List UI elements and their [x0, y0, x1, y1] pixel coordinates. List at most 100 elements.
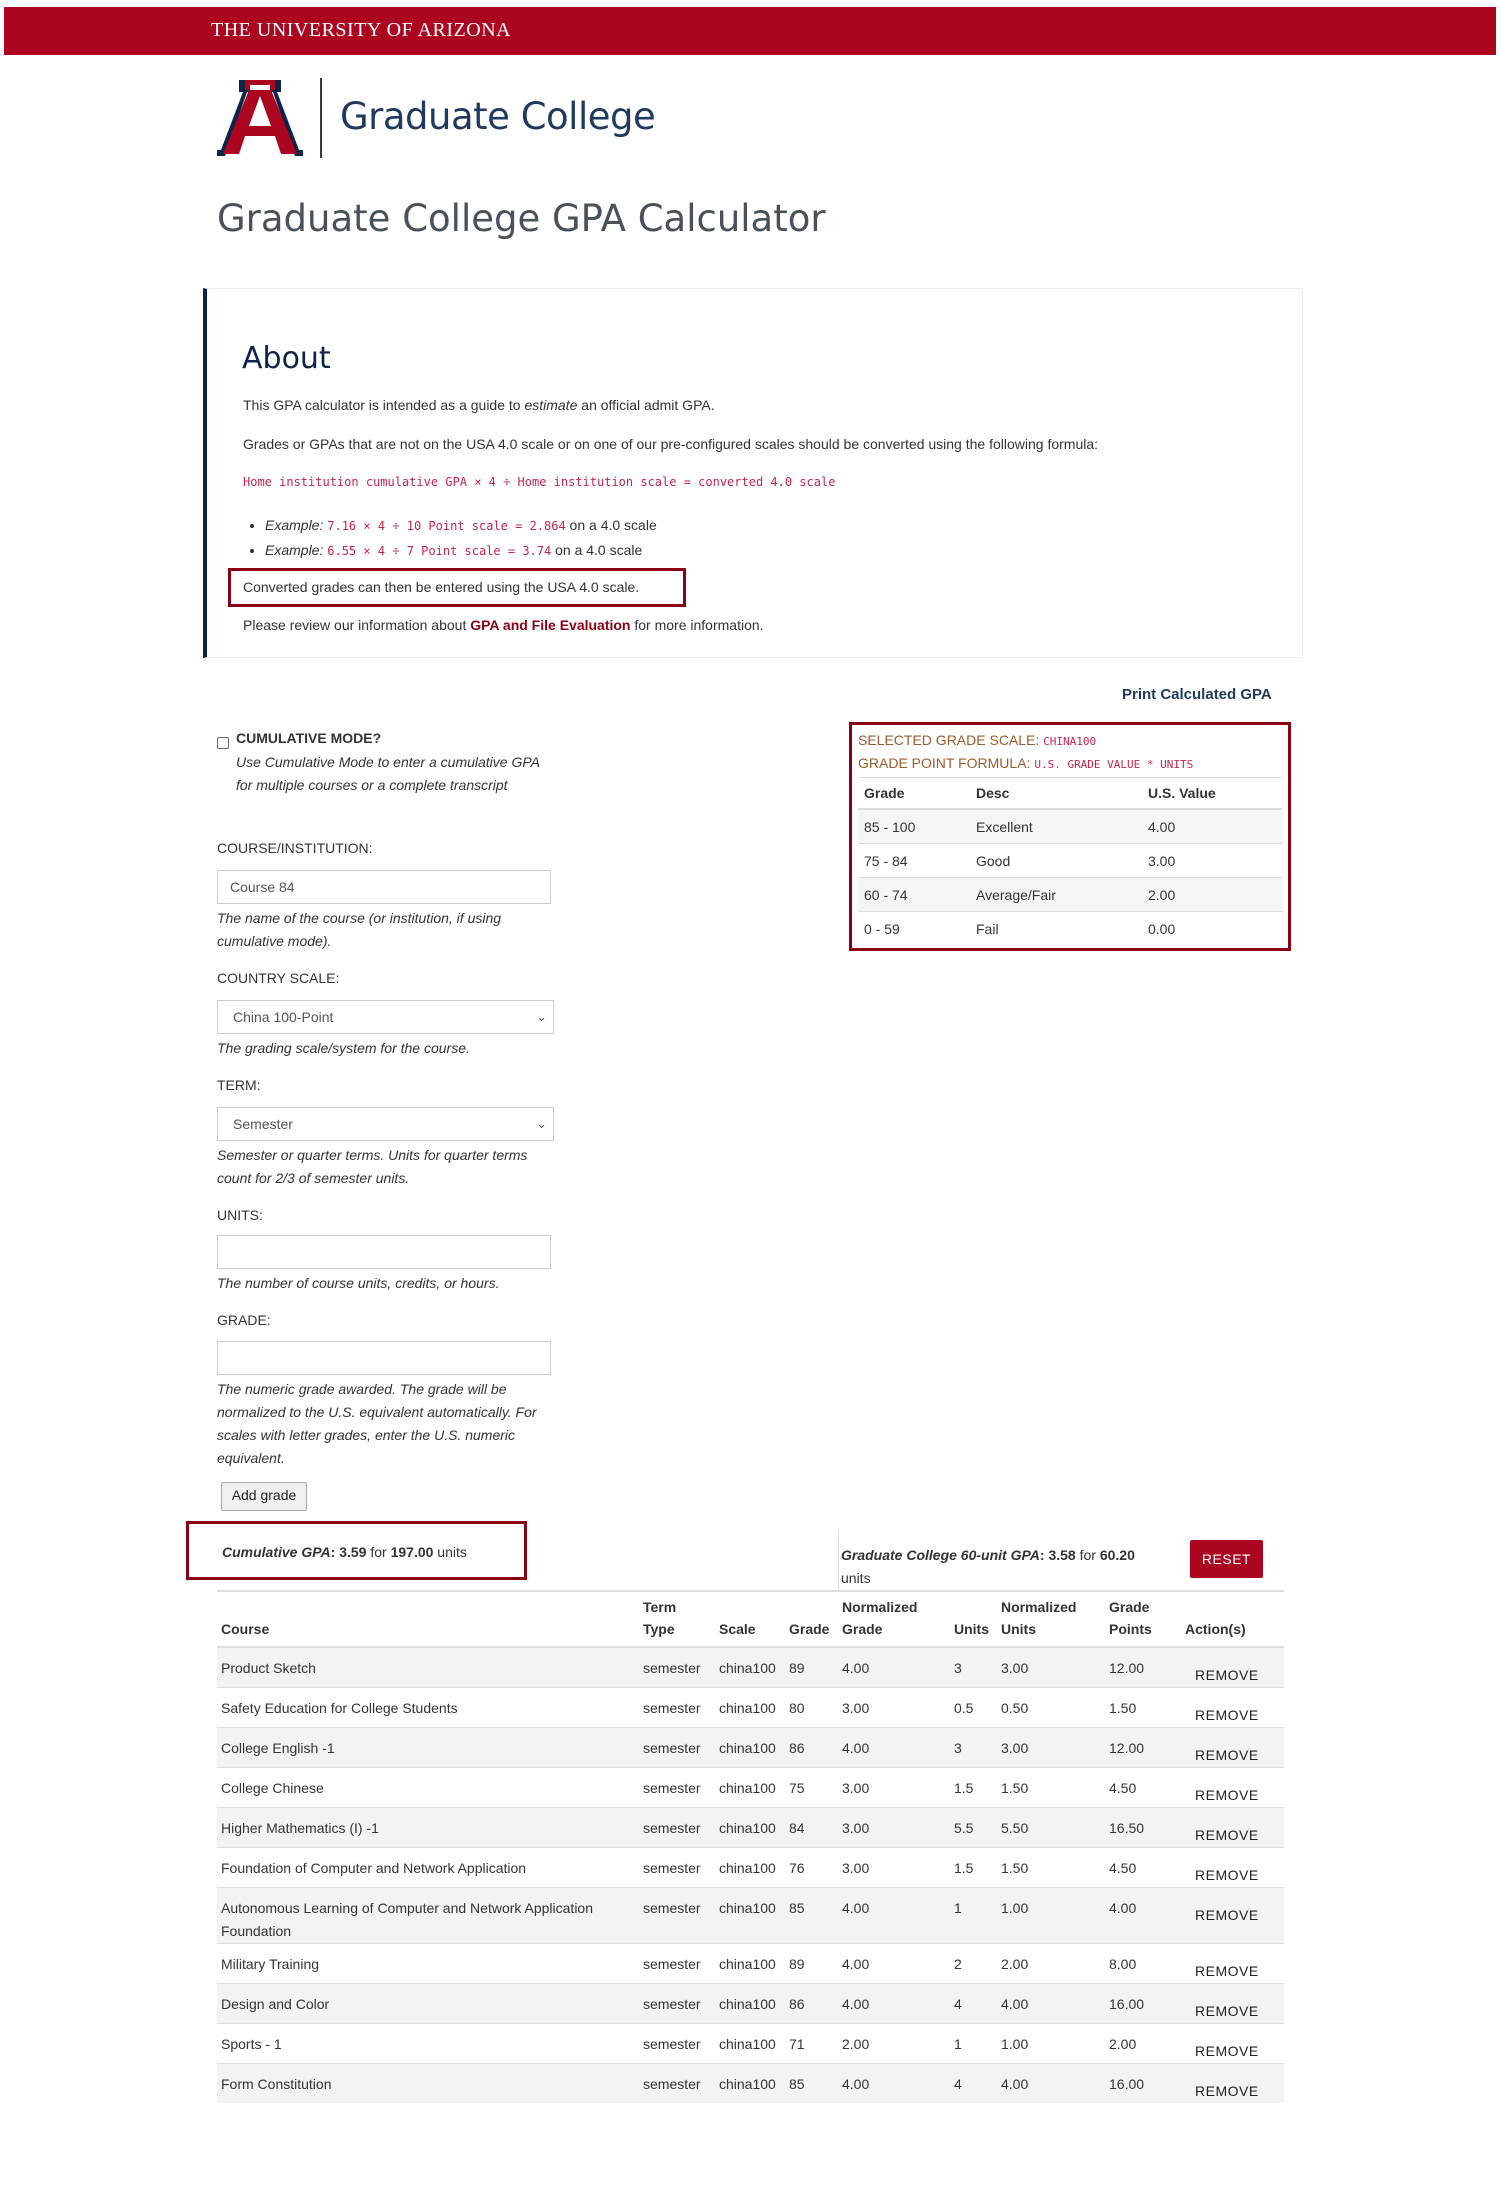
remove-button[interactable]: REMOVE [1185, 1744, 1269, 1767]
header-grade: Grade [785, 1590, 838, 1648]
term-help: Semester or quarter terms. Units for qua… [217, 1147, 528, 1186]
scale-cell: china100 [715, 1807, 785, 1848]
converted-note-highlight [228, 568, 686, 607]
term-type-cell: semester [639, 1767, 715, 1808]
normalized-units-cell: 0.50 [997, 1687, 1105, 1728]
country-scale-select[interactable]: China 100-Point ⌄ [217, 1000, 554, 1034]
term-select[interactable]: Semester ⌄ [217, 1107, 554, 1141]
term-type-cell: semester [639, 1646, 715, 1688]
add-grade-button[interactable]: Add grade [221, 1482, 307, 1511]
units-cell: 3 [950, 1727, 997, 1768]
actions-cell: REMOVE [1181, 1727, 1284, 1768]
college-name[interactable]: Graduate College [340, 95, 656, 138]
formula-label: GRADE POINT FORMULA: [858, 755, 1035, 771]
grade-points-cell: 16.00 [1105, 2063, 1181, 2103]
normalized-units-cell: 3.00 [997, 1727, 1105, 1768]
about-review: Please review our information about GPA … [243, 617, 764, 633]
remove-button[interactable]: REMOVE [1185, 1664, 1269, 1687]
normalized-units-cell: 1.50 [997, 1847, 1105, 1888]
print-calculated-gpa-link[interactable]: Print Calculated GPA [1122, 686, 1272, 703]
grade-cell: 89 [785, 1943, 838, 1984]
normalized-grade-cell: 4.00 [838, 1983, 950, 2024]
grade-scale-panel: SELECTED GRADE SCALE: CHINA100 GRADE POI… [849, 722, 1291, 951]
grade-points-cell: 12.00 [1105, 1646, 1181, 1688]
scale-header-grade: Grade [858, 777, 970, 810]
normalized-grade-cell: 3.00 [838, 1767, 950, 1808]
normalized-grade-cell: 4.00 [838, 2063, 950, 2103]
table-row: Sports - 1 semester china100 71 2.00 1 1.00 2.0… [217, 2023, 1284, 2064]
about-intro-emphasis: estimate [524, 397, 578, 413]
remove-button[interactable]: REMOVE [1185, 1904, 1269, 1927]
remove-button[interactable]: REMOVE [1185, 1784, 1269, 1807]
grade-cell: 85 [785, 2063, 838, 2103]
remove-button[interactable]: REMOVE [1185, 1704, 1269, 1727]
about-panel: About This GPA calculator is intended as… [203, 288, 1303, 658]
country-scale-label: COUNTRY SCALE: [217, 970, 340, 986]
course-name-cell: Safety Education for College Students [217, 1687, 639, 1728]
review-text-end: for more information. [630, 617, 764, 633]
selected-grade-scale: SELECTED GRADE SCALE: CHINA100 [858, 732, 1096, 748]
header-scale: Scale [715, 1590, 785, 1648]
chevron-down-icon: ⌄ [536, 1116, 547, 1131]
remove-button[interactable]: REMOVE [1185, 1864, 1269, 1887]
example-item: Example: 6.55 × 4 ÷ 7 Point scale = 3.74… [265, 538, 657, 563]
course-name-cell: Product Sketch [217, 1646, 639, 1688]
term-type-cell: semester [639, 2063, 715, 2103]
gpa-file-evaluation-link[interactable]: GPA and File Evaluation [470, 617, 630, 633]
header-units: Units [950, 1590, 997, 1648]
table-row: Military Training semester china100 89 4.00 2… [217, 1943, 1284, 1984]
selected-scale-value: CHINA100 [1043, 735, 1097, 748]
table-row: Foundation of Computer and Network Appli… [217, 1847, 1284, 1888]
cumulative-units-word: units [433, 1544, 467, 1560]
actions-cell: REMOVE [1181, 1887, 1284, 1944]
course-name-cell: Military Training [217, 1943, 639, 1984]
table-row: Autonomous Learning of Computer and Netw… [217, 1887, 1284, 1944]
remove-button[interactable]: REMOVE [1185, 2000, 1269, 2023]
grade-points-cell: 16.00 [1105, 1983, 1181, 2024]
course-name-cell: Autonomous Learning of Computer and Netw… [217, 1887, 639, 1944]
units-cell: 5.5 [950, 1807, 997, 1848]
actions-cell: REMOVE [1181, 1687, 1284, 1728]
term-type-cell: semester [639, 1807, 715, 1848]
country-scale-value: China 100-Point [233, 1009, 334, 1025]
about-formula: Home institution cumulative GPA × 4 ÷ Ho… [243, 475, 836, 489]
graduate-units-word: units [841, 1570, 871, 1586]
scale-header-desc: Desc [970, 777, 1142, 810]
actions-cell: REMOVE [1181, 1943, 1284, 1984]
reset-button[interactable]: RESET [1190, 1540, 1263, 1578]
about-intro-text: This GPA calculator is intended as a gui… [243, 397, 525, 413]
header-course: Course [217, 1590, 639, 1648]
remove-button[interactable]: REMOVE [1185, 2040, 1269, 2063]
course-name-cell: Form Constitution [217, 2063, 639, 2103]
units-input[interactable] [217, 1235, 551, 1269]
table-row: Product Sketch semester china100 89 4.00 3 3.0… [217, 1646, 1284, 1688]
remove-button[interactable]: REMOVE [1185, 2080, 1269, 2103]
units-cell: 4 [950, 2063, 997, 2103]
university-name[interactable]: The University of Arizona [211, 19, 511, 42]
remove-button[interactable]: REMOVE [1185, 1824, 1269, 1847]
normalized-units-cell: 4.00 [997, 1983, 1105, 2024]
grade-cell: 80 [785, 1687, 838, 1728]
graduate-units-value: 60.20 [1099, 1547, 1135, 1563]
cumulative-mode-checkbox[interactable] [217, 737, 229, 749]
cumulative-gpa-value: 3.59 [339, 1544, 367, 1560]
scale-row: 75 - 84 Good 3.00 [858, 843, 1282, 878]
about-examples: Example: 7.16 × 4 ÷ 10 Point scale = 2.8… [243, 513, 657, 563]
scale-cell: 75 - 84 [858, 843, 970, 878]
about-intro-text-end: an official admit GPA. [577, 397, 715, 413]
normalized-grade-cell: 4.00 [838, 1646, 950, 1688]
course-input[interactable]: Course 84 [217, 870, 551, 904]
arizona-a-logo-icon[interactable] [217, 78, 303, 156]
grade-points-cell: 16.50 [1105, 1807, 1181, 1848]
grade-cell: 75 [785, 1767, 838, 1808]
summary-divider [838, 1530, 839, 1590]
actions-cell: REMOVE [1181, 1807, 1284, 1848]
grade-input[interactable] [217, 1341, 551, 1375]
cumulative-mode-help: Use Cumulative Mode to enter a cumulativ… [236, 754, 540, 793]
gpa-summary-row: Cumulative GPA: 3.59 for 197.00 units Gr… [217, 1530, 1284, 1590]
header-normalized-units: Normalized Units [997, 1590, 1105, 1648]
university-header-bar: The University of Arizona [4, 7, 1496, 55]
scale-cell: china100 [715, 1887, 785, 1944]
remove-button[interactable]: REMOVE [1185, 1960, 1269, 1983]
scale-cell: 85 - 100 [858, 808, 970, 844]
